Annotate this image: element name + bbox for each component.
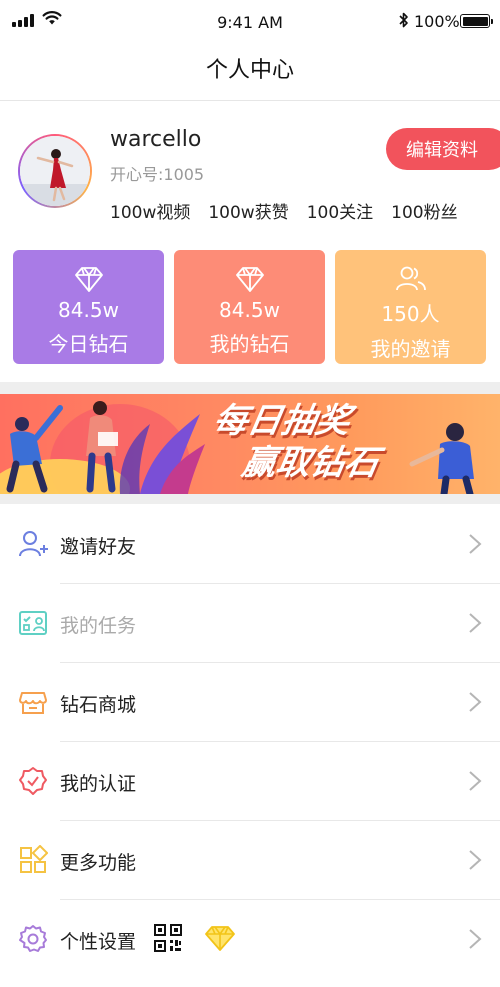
- stat-videos[interactable]: 100w视频: [110, 198, 190, 223]
- verified-badge-icon: [19, 767, 47, 795]
- chevron-right-icon: [469, 771, 482, 791]
- users-icon: [395, 266, 426, 291]
- diamond-icon: [74, 267, 103, 292]
- card-label: 我的钻石: [209, 332, 290, 356]
- diamond-icon[interactable]: [204, 924, 236, 952]
- card-my-invites[interactable]: 150人 我的邀请: [335, 250, 486, 364]
- banner-title: 每日抽奖 赢取钻石: [203, 400, 390, 484]
- menu-label: 个性设置: [60, 931, 137, 953]
- chevron-right-icon: [469, 692, 482, 712]
- avatar-photo: [20, 136, 90, 206]
- section-separator: [0, 382, 500, 394]
- battery-percentage: 100%: [414, 12, 460, 31]
- header-divider: [0, 100, 500, 101]
- qr-code-icon[interactable]: [154, 924, 182, 952]
- card-label: 我的邀请: [370, 337, 451, 361]
- profile-stats: 100w视频 100w获赞 100关注 100粉丝: [110, 198, 458, 223]
- avatar[interactable]: [18, 134, 92, 208]
- chevron-right-icon: [469, 534, 482, 554]
- stat-likes[interactable]: 100w获赞: [208, 198, 288, 223]
- menu-label: 我的认证: [60, 773, 137, 795]
- menu-label: 更多功能: [60, 852, 137, 874]
- diamond-icon: [235, 267, 264, 292]
- card-today-diamonds[interactable]: 84.5w 今日钻石: [13, 250, 164, 364]
- username: warcello: [110, 127, 202, 152]
- lottery-banner[interactable]: 每日抽奖 赢取钻石: [0, 394, 500, 494]
- status-bar: 9:41 AM 100%: [0, 0, 500, 44]
- stat-followers[interactable]: 100粉丝: [391, 198, 457, 223]
- add-user-icon: [19, 531, 48, 557]
- menu-item-my-verification[interactable]: 我的认证: [0, 742, 500, 821]
- card-label: 今日钻石: [48, 332, 129, 356]
- page-title: 个人中心: [205, 58, 294, 83]
- user-id: 开心号:1005: [110, 165, 205, 184]
- settings-icon: [19, 925, 47, 952]
- card-my-diamonds[interactable]: 84.5w 我的钻石: [174, 250, 325, 364]
- menu-item-my-tasks[interactable]: 我的任务: [0, 584, 500, 663]
- banner-title-line2: 赢取钻石: [238, 443, 382, 483]
- menu-list: 邀请好友 我的任务 钻石商城 我的认证 更多功能 个性设置: [0, 505, 500, 979]
- menu-label: 邀请好友: [60, 536, 137, 558]
- bluetooth-icon: [399, 12, 408, 28]
- menu-item-diamond-store[interactable]: 钻石商城: [0, 663, 500, 742]
- store-icon: [19, 692, 47, 714]
- chevron-right-icon: [469, 929, 482, 949]
- card-value: 84.5w: [58, 298, 119, 322]
- menu-label: 钻石商城: [60, 694, 137, 716]
- task-icon: [19, 611, 47, 635]
- summary-cards: 84.5w 今日钻石 84.5w 我的钻石 150人 我的邀请: [13, 250, 486, 364]
- section-separator: [0, 494, 500, 504]
- card-value: 84.5w: [219, 298, 280, 322]
- menu-item-more-features[interactable]: 更多功能: [0, 821, 500, 900]
- battery-icon: [460, 14, 493, 28]
- card-value: 150人: [381, 302, 440, 326]
- settings-extra-icons: [154, 924, 236, 952]
- grid-icon: [20, 845, 48, 873]
- edit-profile-button[interactable]: 编辑资料: [386, 128, 500, 170]
- chevron-right-icon: [469, 613, 482, 633]
- menu-item-invite-friends[interactable]: 邀请好友: [0, 505, 500, 584]
- banner-title-line1: 每日抽奖: [210, 401, 354, 441]
- menu-item-personal-settings[interactable]: 个性设置: [0, 900, 500, 979]
- stat-following[interactable]: 100关注: [307, 198, 373, 223]
- menu-label: 我的任务: [60, 615, 137, 637]
- chevron-right-icon: [469, 850, 482, 870]
